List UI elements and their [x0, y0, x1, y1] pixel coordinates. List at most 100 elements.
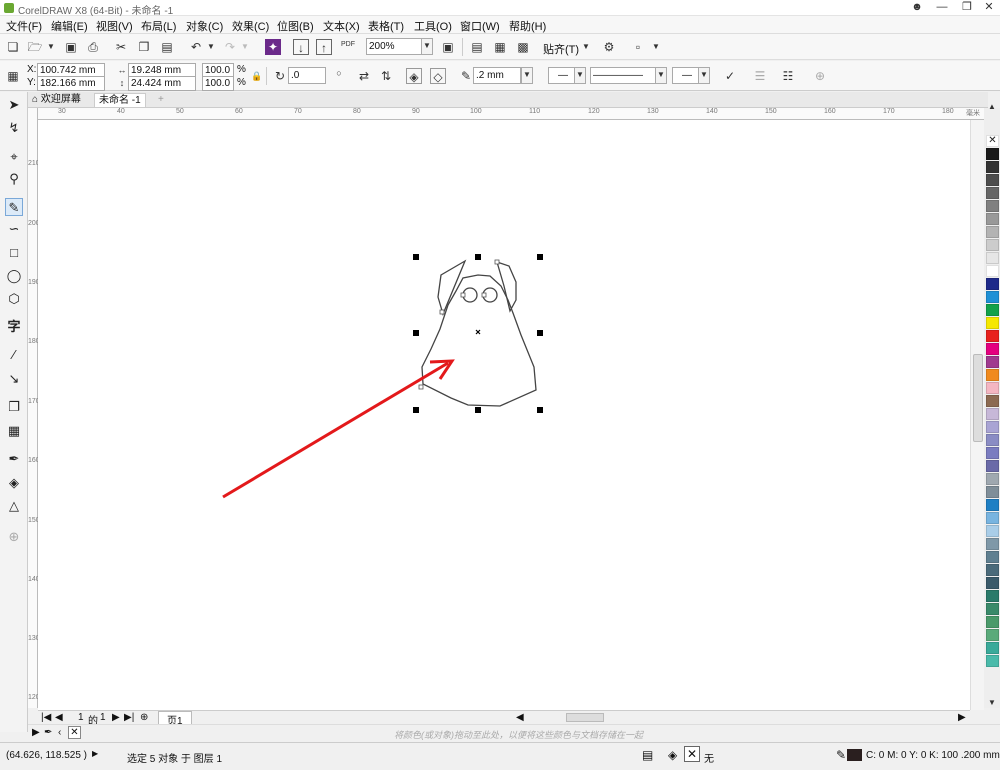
interactive-fill-tool-icon[interactable]: ◈: [5, 474, 23, 492]
rotation-angle-field[interactable]: .0: [288, 67, 326, 84]
eyedropper-icon[interactable]: ✒: [44, 727, 52, 738]
color-swatch[interactable]: [986, 434, 999, 446]
color-swatch[interactable]: [986, 213, 999, 225]
outline-pen-status-icon[interactable]: ✎: [836, 748, 846, 762]
crop-tool-icon[interactable]: ⌖: [5, 148, 23, 166]
redo-dropdown-icon[interactable]: ▼: [237, 39, 253, 55]
color-swatch[interactable]: [986, 447, 999, 459]
fill-icon[interactable]: ◈: [668, 748, 677, 762]
center-marker-icon[interactable]: [475, 329, 481, 335]
menu-bitmaps[interactable]: 位图(B): [277, 18, 314, 34]
handle-top-center[interactable]: [475, 254, 481, 260]
end-arrowhead-select[interactable]: —: [672, 67, 700, 84]
application-launcher-icon[interactable]: ▫: [630, 39, 646, 55]
color-swatch[interactable]: [986, 538, 999, 550]
color-swatch[interactable]: [986, 239, 999, 251]
save-icon[interactable]: ▣: [63, 39, 79, 55]
prev-page-icon[interactable]: ◀: [55, 712, 63, 723]
search-content-icon[interactable]: ✦: [265, 39, 281, 55]
undo-dropdown-icon[interactable]: ▼: [203, 39, 219, 55]
color-swatch[interactable]: [986, 616, 999, 628]
menu-edit[interactable]: 编辑(E): [51, 18, 88, 34]
align-icon[interactable]: ☰: [752, 68, 768, 84]
connector-tool-icon[interactable]: ↘: [5, 370, 23, 388]
no-color-swatch[interactable]: ✕: [986, 135, 999, 147]
open-dropdown-icon[interactable]: ▼: [43, 39, 59, 55]
color-swatch[interactable]: [986, 148, 999, 160]
menu-help[interactable]: 帮助(H): [509, 18, 546, 34]
freehand-tool-icon[interactable]: ✎: [5, 198, 23, 216]
vertical-scrollbar[interactable]: [970, 120, 984, 710]
add-page-icon[interactable]: ⊕: [140, 712, 148, 723]
full-screen-icon[interactable]: ▣: [440, 39, 456, 55]
horizontal-ruler[interactable]: 30 40 50 60 70 80 90 100 110 120 130 140…: [38, 108, 988, 120]
start-arrowhead-select[interactable]: —: [548, 67, 576, 84]
color-swatch[interactable]: [986, 291, 999, 303]
user-icon[interactable]: ☻: [905, 0, 929, 16]
color-swatch[interactable]: [986, 512, 999, 524]
menu-view[interactable]: 视图(V): [96, 18, 133, 34]
close-button[interactable]: ✕: [977, 0, 1000, 16]
color-swatch[interactable]: [986, 499, 999, 511]
color-swatch[interactable]: [986, 369, 999, 381]
add-tool-icon[interactable]: ⊕: [5, 528, 23, 546]
menu-file[interactable]: 文件(F): [6, 18, 42, 34]
pick-tool-icon[interactable]: ➤: [5, 96, 23, 114]
parallel-dimension-tool-icon[interactable]: ∕: [5, 346, 23, 364]
horizontal-scrollbar-thumb[interactable]: [566, 713, 604, 722]
combine-icon[interactable]: ◈: [406, 68, 422, 84]
transparency-tool-icon[interactable]: ▦: [5, 422, 23, 440]
color-swatch[interactable]: [986, 226, 999, 238]
show-rulers-icon[interactable]: ▤: [469, 39, 485, 55]
handle-top-left[interactable]: [413, 254, 419, 260]
line-style-dropdown-icon[interactable]: ▼: [655, 67, 667, 84]
no-color-icon[interactable]: ✕: [68, 726, 81, 739]
next-page-icon[interactable]: ▶: [112, 712, 120, 723]
snap-dropdown-icon[interactable]: ▼: [578, 39, 594, 55]
vertical-ruler[interactable]: 210 200 190 180 170 160 150 140 130 120: [28, 108, 40, 708]
break-apart-icon[interactable]: ◇: [430, 68, 446, 84]
color-swatch[interactable]: [986, 525, 999, 537]
tab-document[interactable]: 未命名 -1: [94, 93, 146, 107]
zoom-level-field[interactable]: 200%: [366, 38, 422, 55]
color-swatch[interactable]: [986, 590, 999, 602]
y-position-field[interactable]: 182.166 mm: [37, 76, 105, 91]
selection-grid-icon[interactable]: ☷: [780, 68, 796, 84]
import-icon[interactable]: ↓: [293, 39, 309, 55]
color-swatch[interactable]: [986, 395, 999, 407]
handle-bottom-right[interactable]: [537, 407, 543, 413]
handle-bottom-left[interactable]: [413, 407, 419, 413]
menu-tools[interactable]: 工具(O): [414, 18, 452, 34]
color-swatch[interactable]: [986, 265, 999, 277]
smart-fill-tool-icon[interactable]: △: [5, 497, 23, 515]
color-swatch[interactable]: [986, 317, 999, 329]
redo-icon[interactable]: ↷: [222, 39, 238, 55]
color-swatch[interactable]: [986, 577, 999, 589]
minimize-button[interactable]: —: [930, 0, 954, 16]
launcher-dropdown-icon[interactable]: ▼: [648, 39, 664, 55]
options-gear-icon[interactable]: ⚙: [601, 39, 617, 55]
left-ear-shape[interactable]: [437, 259, 467, 316]
tab-welcome[interactable]: ⌂ 欢迎屏幕: [28, 93, 85, 107]
color-swatch[interactable]: [986, 473, 999, 485]
menu-window[interactable]: 窗口(W): [460, 18, 500, 34]
copy-icon[interactable]: ❐: [136, 39, 152, 55]
color-swatch[interactable]: [986, 252, 999, 264]
restore-button[interactable]: ❐: [955, 0, 979, 16]
color-swatch[interactable]: [986, 187, 999, 199]
open-icon[interactable]: 🗁: [27, 39, 43, 55]
end-arrowhead-dropdown-icon[interactable]: ▼: [698, 67, 710, 84]
outline-width-field[interactable]: .2 mm: [473, 67, 521, 84]
object-height-field[interactable]: 24.424 mm: [128, 76, 196, 91]
menu-layout[interactable]: 布局(L): [141, 18, 176, 34]
artistic-media-tool-icon[interactable]: ∽: [5, 220, 23, 238]
text-tool-icon[interactable]: 字: [5, 318, 23, 336]
start-arrowhead-dropdown-icon[interactable]: ▼: [574, 67, 586, 84]
line-style-select[interactable]: ―――――: [590, 67, 656, 84]
color-swatch[interactable]: [986, 564, 999, 576]
outline-width-dropdown-icon[interactable]: ▼: [521, 67, 533, 84]
color-swatch[interactable]: [986, 486, 999, 498]
body-shape[interactable]: [421, 274, 537, 407]
new-tab-icon[interactable]: +: [154, 93, 168, 107]
add-icon[interactable]: ⊕: [812, 68, 828, 84]
